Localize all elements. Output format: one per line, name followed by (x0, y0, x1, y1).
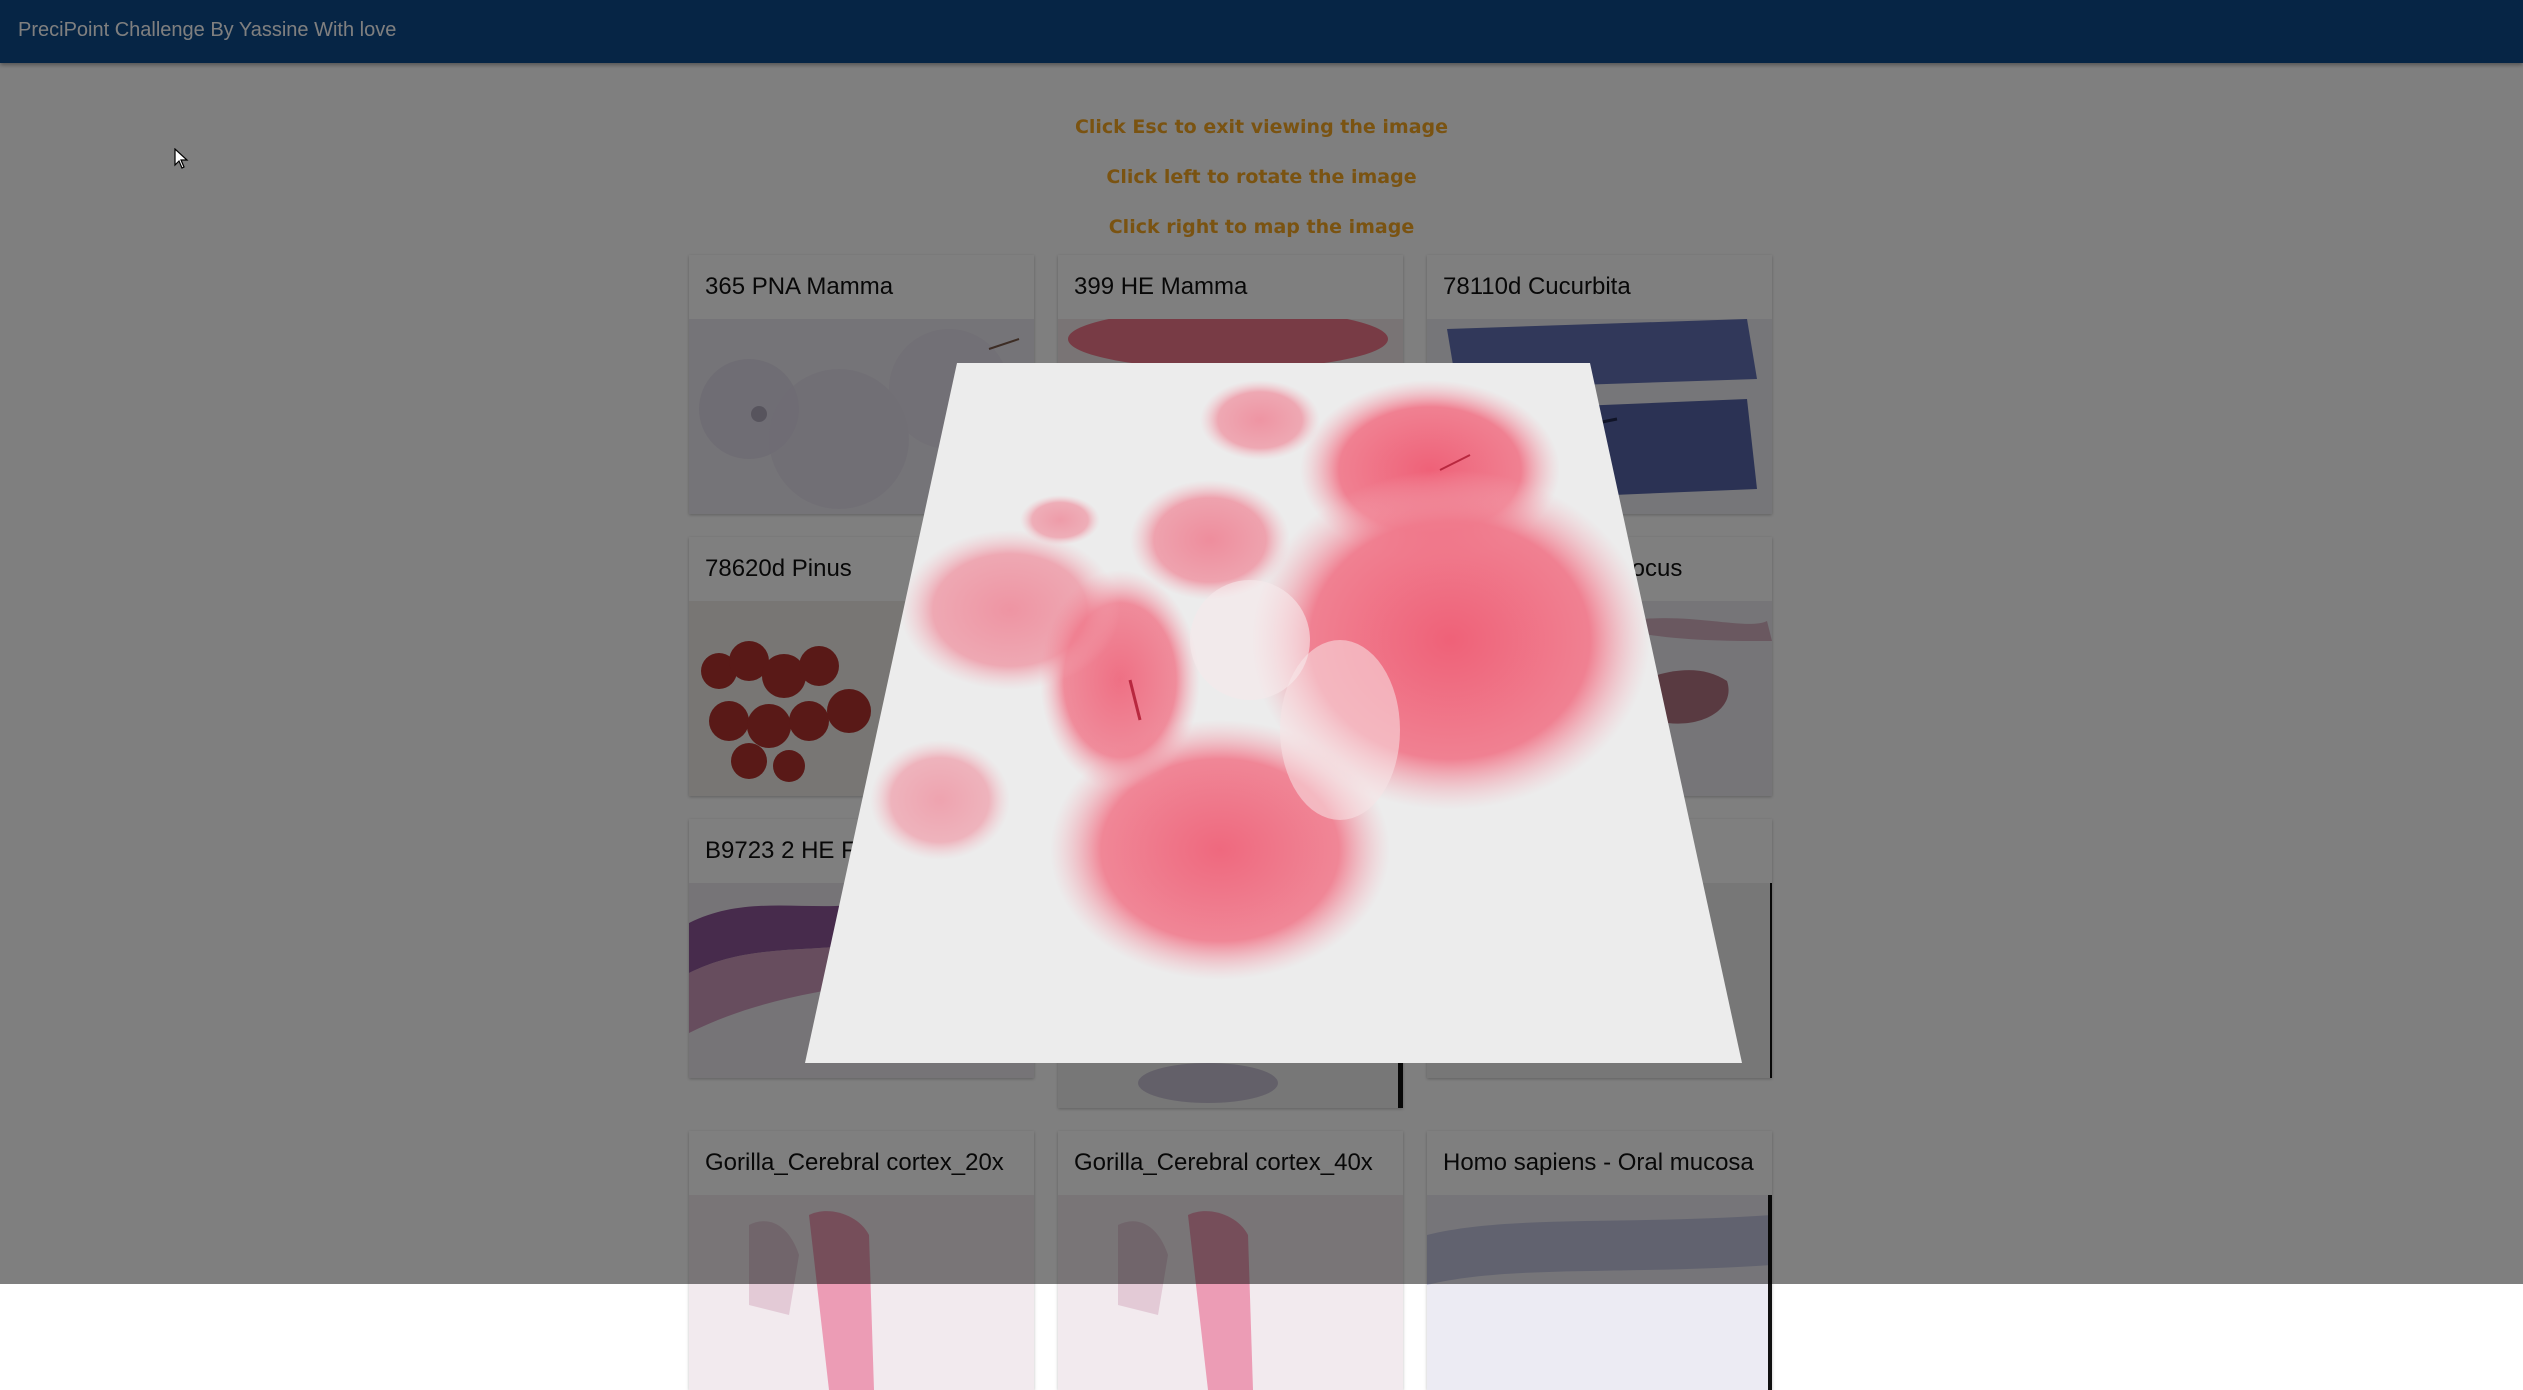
image-viewer[interactable] (0, 0, 2523, 1284)
mouse-cursor-icon (174, 148, 189, 169)
